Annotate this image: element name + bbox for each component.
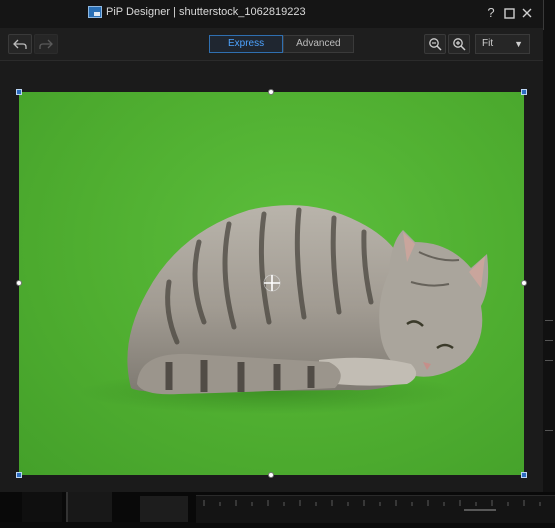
close-icon <box>522 8 532 18</box>
close-button[interactable] <box>520 5 534 21</box>
zoom-in-button[interactable] <box>448 34 470 54</box>
undo-button[interactable] <box>8 34 32 54</box>
maximize-icon <box>503 8 515 19</box>
host-thumbnail <box>66 492 112 522</box>
title-separator: | <box>173 6 176 18</box>
tab-express[interactable]: Express <box>209 35 284 53</box>
resize-handle-left[interactable] <box>16 280 22 286</box>
timeline-ticks <box>203 500 541 511</box>
host-thumbnail <box>140 496 188 522</box>
mode-tabs: Express Advanced <box>209 35 354 53</box>
pip-object-canvas[interactable] <box>19 92 524 475</box>
corner-handle-top-left[interactable] <box>16 89 22 95</box>
title-bar[interactable]: PiP Designer | shutterstock_1062819223 ? <box>0 0 543 28</box>
zoom-in-icon <box>453 38 466 51</box>
move-crosshair-icon[interactable] <box>262 273 282 293</box>
tab-advanced[interactable]: Advanced <box>283 35 354 53</box>
zoom-out-button[interactable] <box>424 34 446 54</box>
redo-button[interactable] <box>34 34 58 54</box>
host-app-side-panel <box>543 30 555 492</box>
zoom-out-icon <box>429 38 442 51</box>
undo-icon <box>13 39 27 49</box>
pip-designer-logo-icon <box>88 6 102 18</box>
help-icon: ? <box>487 5 495 20</box>
help-button[interactable]: ? <box>484 5 498 21</box>
window-title: PiP Designer | shutterstock_1062819223 <box>106 6 306 18</box>
resize-handle-right[interactable] <box>521 280 527 286</box>
zoom-level-select[interactable]: Fit ▼ <box>475 34 530 54</box>
file-name: shutterstock_1062819223 <box>178 6 306 18</box>
toolbar: Express Advanced Fit ▼ <box>0 28 543 61</box>
zoom-level-value: Fit <box>482 38 494 49</box>
corner-handle-bottom-right[interactable] <box>521 472 527 478</box>
resize-handle-bottom[interactable] <box>268 472 274 478</box>
chevron-down-icon: ▼ <box>514 39 523 49</box>
corner-handle-bottom-left[interactable] <box>16 472 22 478</box>
host-thumbnail <box>22 492 62 522</box>
app-name: PiP Designer <box>106 6 170 18</box>
resize-handle-top[interactable] <box>268 89 274 95</box>
corner-handle-top-right[interactable] <box>521 89 527 95</box>
redo-icon <box>39 39 53 49</box>
maximize-button[interactable] <box>502 5 516 21</box>
host-timeline-ruler <box>196 495 555 523</box>
